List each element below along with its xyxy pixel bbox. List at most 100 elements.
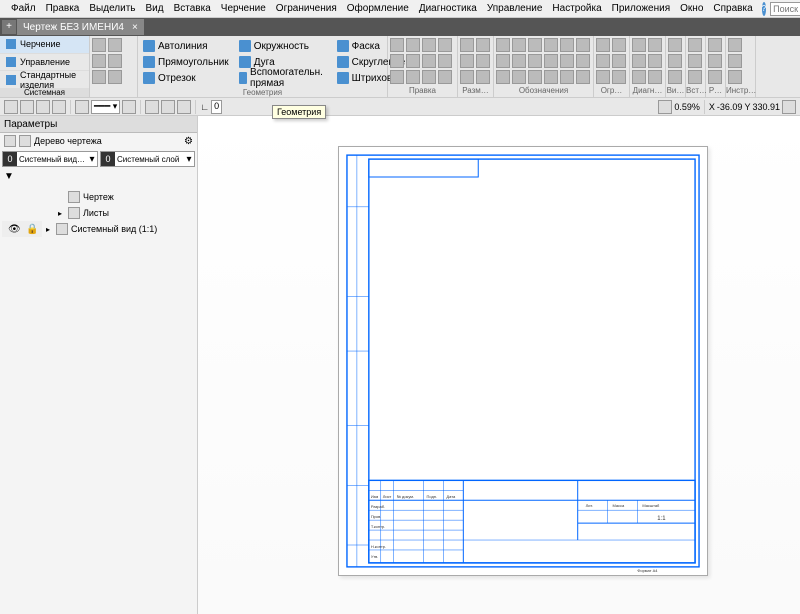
grid-icon[interactable]	[161, 100, 175, 114]
tool-segment[interactable]: Отрезок	[140, 70, 232, 86]
menu-settings[interactable]: Настройка	[547, 3, 606, 14]
dg-icon[interactable]	[648, 70, 662, 84]
menu-view[interactable]: Вид	[141, 3, 169, 14]
help-icon[interactable]: ?	[762, 2, 766, 16]
tree-collapse-icon[interactable]	[4, 135, 16, 147]
linetype-icon[interactable]	[75, 100, 89, 114]
in-icon[interactable]	[688, 38, 702, 52]
dim-icon[interactable]	[476, 54, 490, 68]
tree-node-drawing[interactable]: Чертеж	[42, 189, 195, 205]
paint-icon[interactable]	[122, 100, 136, 114]
an-icon[interactable]	[560, 54, 574, 68]
an-icon[interactable]	[576, 54, 590, 68]
is-icon[interactable]	[728, 70, 742, 84]
in-icon[interactable]	[688, 70, 702, 84]
mode-management[interactable]: Управление	[0, 54, 89, 72]
menu-file[interactable]: Файл	[6, 3, 41, 14]
r-icon[interactable]	[708, 54, 722, 68]
menu-edit[interactable]: Правка	[41, 3, 85, 14]
prop-icon[interactable]	[36, 100, 50, 114]
dg-icon[interactable]	[632, 70, 646, 84]
ed-icon[interactable]	[422, 70, 436, 84]
ed-icon[interactable]	[422, 54, 436, 68]
ed-icon[interactable]	[438, 38, 452, 52]
lock-icon[interactable]: 🔒	[26, 224, 36, 235]
new-tab-button[interactable]: +	[2, 20, 16, 34]
cn-icon[interactable]	[612, 38, 626, 52]
cn-icon[interactable]	[596, 70, 610, 84]
gear-icon[interactable]: ⚙	[184, 136, 193, 147]
print-icon[interactable]	[108, 54, 122, 68]
dg-icon[interactable]	[648, 38, 662, 52]
dim-icon[interactable]	[460, 54, 474, 68]
new-icon[interactable]	[92, 38, 106, 52]
r-icon[interactable]	[708, 38, 722, 52]
eye-icon[interactable]: 👁	[8, 224, 18, 235]
an-icon[interactable]	[496, 54, 510, 68]
prop-icon[interactable]	[4, 100, 18, 114]
vw-icon[interactable]	[668, 38, 682, 52]
snap-icon[interactable]	[145, 100, 159, 114]
an-icon[interactable]	[576, 38, 590, 52]
r-icon[interactable]	[708, 70, 722, 84]
ed-icon[interactable]	[390, 54, 404, 68]
cn-icon[interactable]	[596, 38, 610, 52]
dim-icon[interactable]	[460, 70, 474, 84]
tree-node-system-view[interactable]: ▸Системный вид (1:1)	[42, 221, 195, 237]
an-icon[interactable]	[528, 38, 542, 52]
expand-icon[interactable]: ▸	[46, 225, 56, 234]
an-icon[interactable]	[560, 38, 574, 52]
tool-rectangle[interactable]: Прямоугольник	[140, 54, 232, 70]
dg-icon[interactable]	[632, 38, 646, 52]
ed-icon[interactable]	[390, 70, 404, 84]
menu-draft[interactable]: Черчение	[216, 3, 271, 14]
dim-icon[interactable]	[476, 38, 490, 52]
menu-constraints[interactable]: Ограничения	[271, 3, 342, 14]
ed-icon[interactable]	[406, 70, 420, 84]
document-tab[interactable]: Чертеж БЕЗ ИМЕНИ4 ×	[17, 19, 144, 35]
ed-icon[interactable]	[406, 38, 420, 52]
cn-icon[interactable]	[596, 54, 610, 68]
view-selector[interactable]: 0 Системный вид… ▾	[2, 151, 98, 167]
dg-icon[interactable]	[648, 54, 662, 68]
ed-icon[interactable]	[438, 54, 452, 68]
menu-insert[interactable]: Вставка	[169, 3, 216, 14]
tree-node-sheets[interactable]: ▸Листы	[42, 205, 195, 221]
cn-icon[interactable]	[612, 70, 626, 84]
ortho-icon[interactable]	[177, 100, 191, 114]
is-icon[interactable]	[728, 54, 742, 68]
redo-icon[interactable]	[108, 70, 122, 84]
expand-icon[interactable]: ▸	[58, 209, 68, 218]
menu-select[interactable]: Выделить	[84, 3, 140, 14]
an-icon[interactable]	[528, 54, 542, 68]
dim-icon[interactable]	[460, 38, 474, 52]
params-panel-tab[interactable]: Параметры	[0, 116, 197, 133]
prop-icon[interactable]	[20, 100, 34, 114]
zoom-icon[interactable]	[658, 100, 672, 114]
dg-icon[interactable]	[632, 54, 646, 68]
ed-icon[interactable]	[422, 38, 436, 52]
prop-icon[interactable]	[52, 100, 66, 114]
line-style-combo[interactable]: ━━━ ▾	[91, 100, 120, 114]
tree-expand-icon[interactable]	[19, 135, 31, 147]
vw-icon[interactable]	[668, 54, 682, 68]
an-icon[interactable]	[496, 38, 510, 52]
command-search-input[interactable]	[770, 2, 800, 16]
an-icon[interactable]	[496, 70, 510, 84]
open-icon[interactable]	[108, 38, 122, 52]
coord-icon[interactable]	[782, 100, 796, 114]
undo-icon[interactable]	[92, 70, 106, 84]
an-icon[interactable]	[528, 70, 542, 84]
menu-diagnostics[interactable]: Диагностика	[414, 3, 482, 14]
mode-standard-parts[interactable]: Стандартные изделия	[0, 71, 89, 89]
tool-auxline[interactable]: Вспомогательн. прямая	[236, 70, 330, 86]
ed-icon[interactable]	[406, 54, 420, 68]
menu-formatting[interactable]: Оформление	[342, 3, 414, 14]
an-icon[interactable]	[560, 70, 574, 84]
save-icon[interactable]	[92, 54, 106, 68]
an-icon[interactable]	[544, 70, 558, 84]
layer-selector[interactable]: 0 Системный слой ▾	[100, 151, 195, 167]
menu-help[interactable]: Справка	[708, 3, 757, 14]
menu-management[interactable]: Управление	[482, 3, 548, 14]
is-icon[interactable]	[728, 38, 742, 52]
